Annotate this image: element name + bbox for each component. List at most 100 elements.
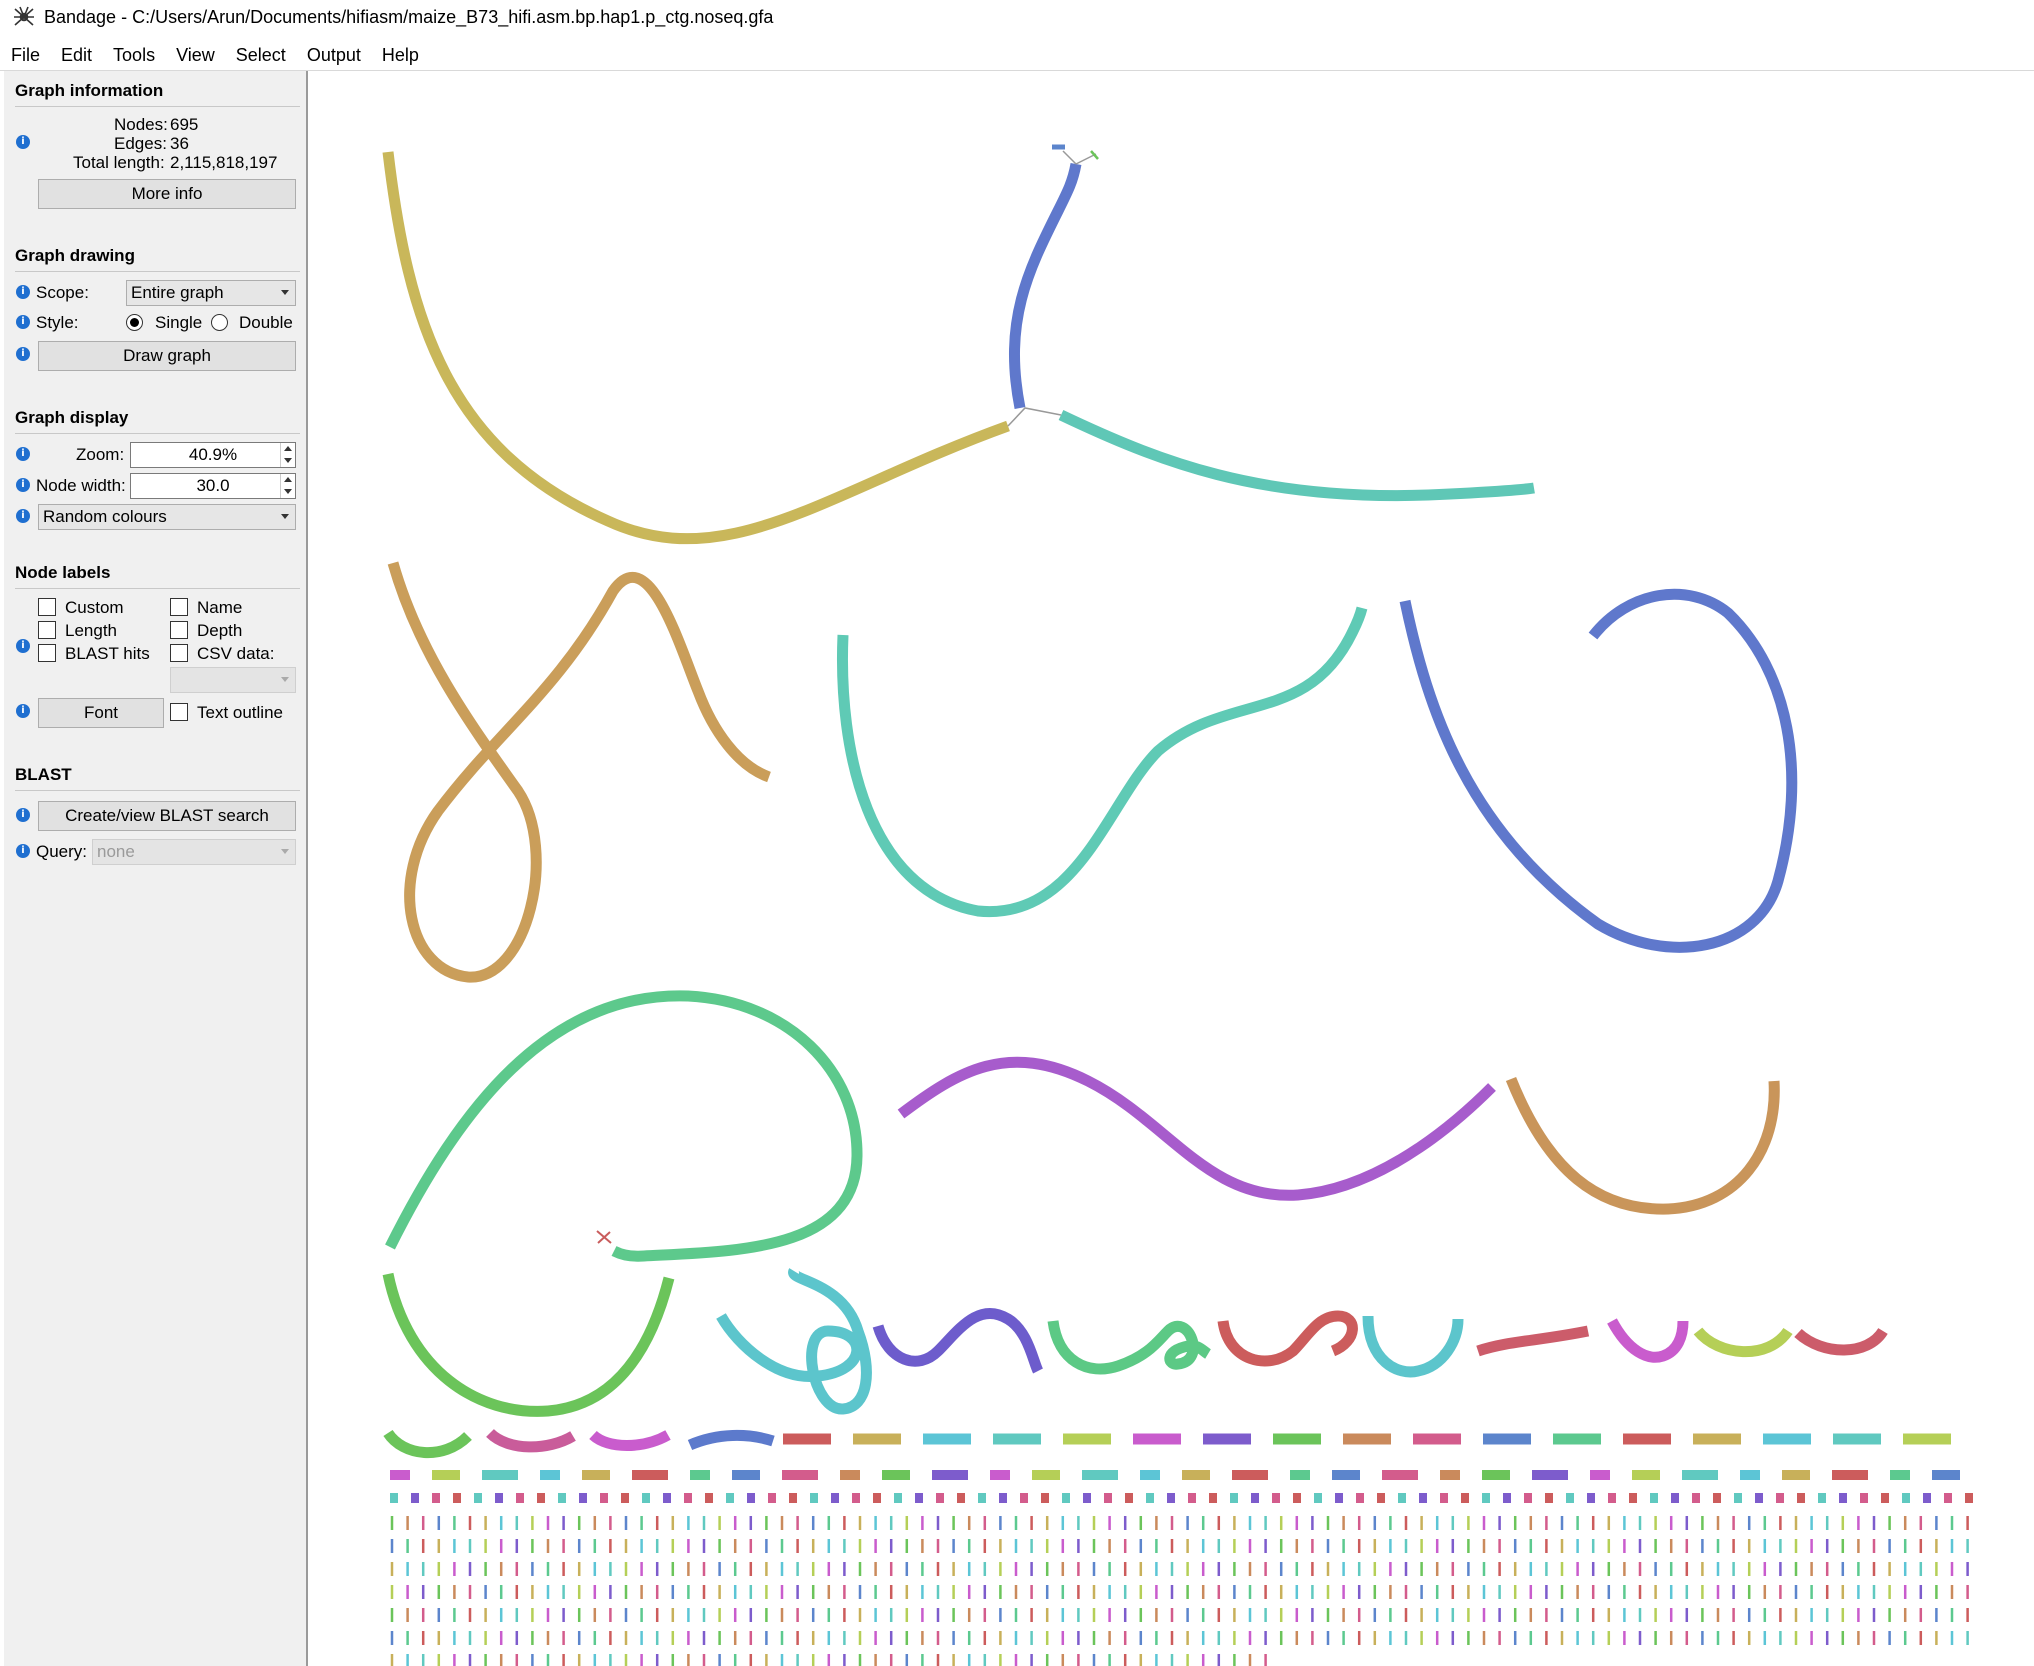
info-icon[interactable]: i bbox=[16, 844, 30, 858]
graph-node[interactable] bbox=[1607, 1318, 1689, 1363]
graph-node[interactable] bbox=[1476, 1325, 1590, 1357]
csv-data-label: CSV data: bbox=[197, 644, 275, 663]
graph-edge[interactable] bbox=[596, 1230, 612, 1244]
scope-dropdown[interactable]: Entire graph bbox=[126, 280, 296, 306]
zoom-spinbox[interactable]: 40.9% bbox=[130, 442, 296, 468]
spin-down-icon[interactable] bbox=[280, 486, 295, 498]
divider bbox=[15, 433, 300, 434]
node-labels-title: Node labels bbox=[15, 563, 111, 582]
text-outline-label: Text outline bbox=[197, 703, 283, 722]
graph-edge[interactable] bbox=[1007, 407, 1062, 427]
node-width-spinbox[interactable]: 30.0 bbox=[130, 473, 296, 499]
graph-node[interactable] bbox=[872, 1308, 1044, 1374]
custom-checkbox[interactable] bbox=[38, 598, 56, 616]
graph-node[interactable] bbox=[387, 561, 772, 983]
style-single-label: Single bbox=[155, 313, 203, 332]
blast-search-button[interactable]: Create/view BLAST search bbox=[38, 801, 296, 831]
control-panel: Graph information i Nodes: 695 Edges: 36… bbox=[4, 71, 308, 1666]
edges-label: Edges: bbox=[114, 134, 167, 153]
graph-node[interactable] bbox=[1693, 1327, 1793, 1358]
graph-node[interactable] bbox=[716, 1268, 872, 1415]
depth-label: Depth bbox=[197, 621, 243, 640]
node-width-label: Node width: bbox=[36, 476, 126, 495]
graph-node[interactable] bbox=[1399, 588, 1798, 953]
window-title: Bandage - C:/Users/Arun/Documents/hifias… bbox=[44, 6, 774, 27]
style-label: Style: bbox=[36, 313, 79, 332]
info-icon[interactable]: i bbox=[16, 135, 30, 149]
length-checkbox[interactable] bbox=[38, 621, 56, 639]
divider bbox=[15, 790, 300, 791]
menu-edit[interactable]: Edit bbox=[50, 45, 102, 66]
zoom-label: Zoom: bbox=[76, 445, 125, 464]
menu-select[interactable]: Select bbox=[225, 45, 296, 66]
total-length-value: 2,115,818,197 bbox=[170, 153, 278, 172]
graph-node[interactable] bbox=[1090, 150, 1099, 160]
blast-hits-checkbox[interactable] bbox=[38, 644, 56, 662]
menu-help[interactable]: Help bbox=[371, 45, 429, 66]
divider bbox=[15, 271, 300, 272]
font-button[interactable]: Font bbox=[38, 698, 164, 728]
draw-graph-button[interactable]: Draw graph bbox=[38, 341, 296, 371]
graph-node[interactable] bbox=[687, 1429, 775, 1451]
menu-output[interactable]: Output bbox=[296, 45, 371, 66]
scope-value: Entire graph bbox=[131, 283, 224, 302]
graph-node[interactable] bbox=[385, 990, 863, 1262]
chevron-down-icon bbox=[281, 677, 289, 682]
graph-canvas[interactable] bbox=[308, 71, 2034, 1666]
blast-title: BLAST bbox=[15, 765, 72, 784]
csv-data-dropdown[interactable] bbox=[170, 667, 296, 693]
graph-view[interactable] bbox=[308, 71, 2034, 1666]
graph-node[interactable] bbox=[1505, 1076, 1780, 1215]
info-icon[interactable]: i bbox=[16, 509, 30, 523]
colour-scheme-dropdown[interactable]: Random colours bbox=[38, 504, 296, 530]
menu-bar: File Edit Tools View Select Output Help bbox=[0, 40, 2034, 71]
menu-file[interactable]: File bbox=[0, 45, 50, 66]
depth-checkbox[interactable] bbox=[170, 621, 188, 639]
nodes-label: Nodes: bbox=[114, 115, 168, 134]
info-icon[interactable]: i bbox=[16, 347, 30, 361]
graph-node[interactable] bbox=[1362, 1315, 1464, 1378]
spin-up-icon[interactable] bbox=[280, 474, 295, 486]
graph-node[interactable] bbox=[1009, 162, 1082, 410]
custom-label: Custom bbox=[65, 598, 124, 617]
info-icon[interactable]: i bbox=[16, 808, 30, 822]
menu-tools[interactable]: Tools bbox=[102, 45, 165, 66]
colour-scheme-value: Random colours bbox=[43, 507, 167, 526]
nodes-value: 695 bbox=[170, 115, 199, 134]
style-double-radio[interactable] bbox=[211, 314, 228, 331]
graph-node[interactable] bbox=[1217, 1310, 1358, 1367]
graph-node[interactable] bbox=[837, 606, 1368, 917]
spin-up-icon[interactable] bbox=[280, 443, 295, 455]
graph-node[interactable] bbox=[486, 1428, 576, 1453]
info-icon[interactable]: i bbox=[16, 478, 30, 492]
more-info-button[interactable]: More info bbox=[38, 179, 296, 209]
chevron-down-icon bbox=[281, 849, 289, 854]
info-icon[interactable]: i bbox=[16, 447, 30, 461]
text-outline-checkbox[interactable] bbox=[170, 703, 188, 721]
query-value: none bbox=[97, 842, 135, 861]
name-label: Name bbox=[197, 598, 243, 617]
graph-node[interactable] bbox=[382, 1272, 675, 1417]
csv-data-checkbox[interactable] bbox=[170, 644, 188, 662]
chevron-down-icon bbox=[281, 514, 289, 519]
graph-node[interactable] bbox=[383, 1429, 472, 1459]
info-icon[interactable]: i bbox=[16, 285, 30, 299]
node-width-value: 30.0 bbox=[196, 476, 230, 495]
info-icon[interactable]: i bbox=[16, 704, 30, 718]
graph-node[interactable] bbox=[1047, 1320, 1212, 1375]
query-label: Query: bbox=[36, 842, 88, 861]
graph-node[interactable] bbox=[897, 1056, 1496, 1201]
divider bbox=[15, 588, 300, 589]
name-checkbox[interactable] bbox=[170, 598, 188, 616]
info-icon[interactable]: i bbox=[16, 639, 30, 653]
spin-down-icon[interactable] bbox=[280, 455, 295, 467]
menu-view[interactable]: View bbox=[165, 45, 225, 66]
graph-node[interactable] bbox=[382, 151, 1010, 545]
style-single-radio[interactable] bbox=[126, 314, 143, 331]
divider bbox=[15, 106, 300, 107]
graph-node[interactable] bbox=[1794, 1327, 1888, 1356]
info-icon[interactable]: i bbox=[16, 315, 30, 329]
query-dropdown[interactable]: none bbox=[92, 839, 296, 865]
graph-node[interactable] bbox=[1058, 410, 1535, 502]
graph-node[interactable] bbox=[589, 1430, 671, 1451]
